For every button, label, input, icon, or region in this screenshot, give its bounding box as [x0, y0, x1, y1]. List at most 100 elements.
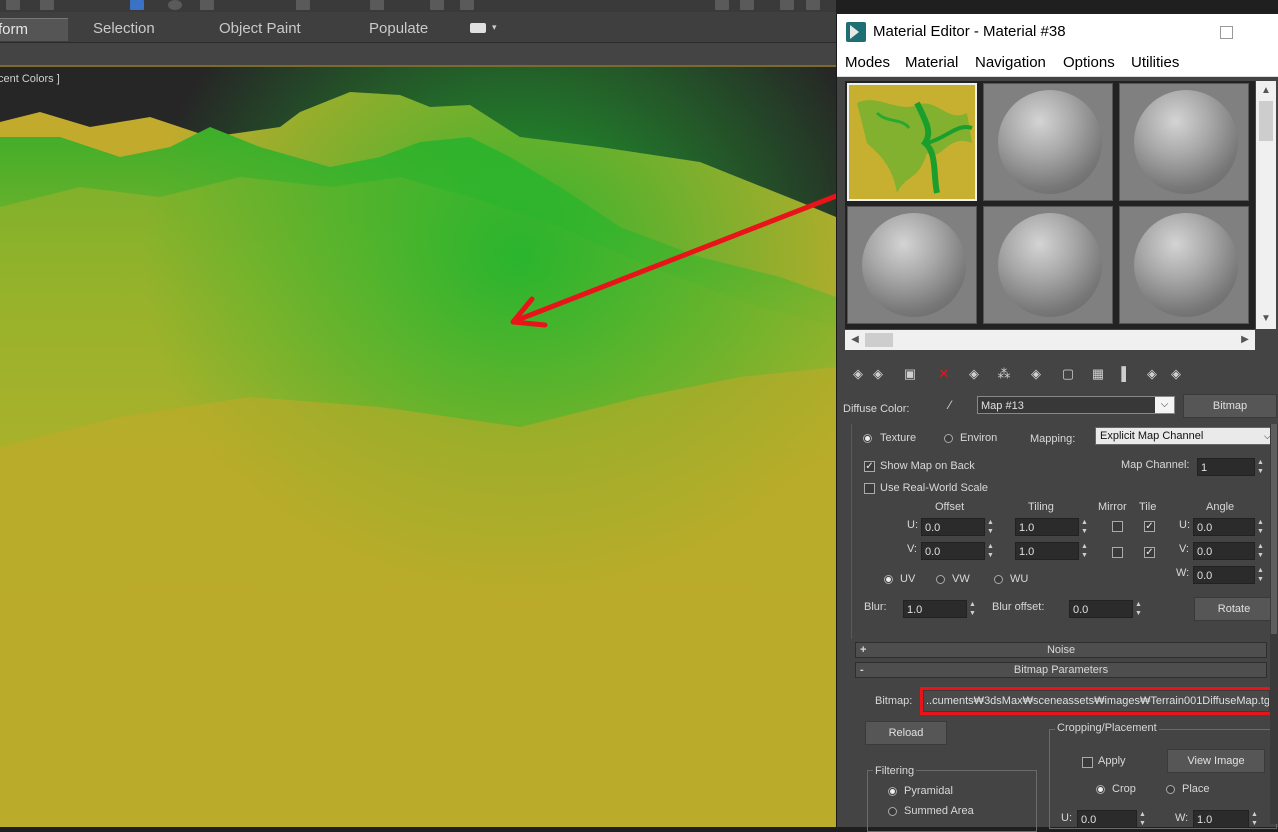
toolbar-icon[interactable]: [130, 0, 144, 10]
offset-u-field[interactable]: 0.0: [921, 518, 985, 536]
toolbar-icon[interactable]: [806, 0, 820, 10]
angle-w-field[interactable]: 0.0: [1193, 566, 1255, 584]
tab-populate[interactable]: Populate: [361, 18, 436, 40]
toolbar-icon[interactable]: [780, 0, 794, 10]
toolbar-icon[interactable]: [168, 0, 182, 10]
texture-radio[interactable]: [863, 434, 872, 443]
angle-v-spinner[interactable]: ▲ ▼: [1256, 542, 1265, 560]
menu-modes[interactable]: Modes: [845, 54, 890, 71]
delete-icon[interactable]: ✕: [935, 365, 953, 383]
sample-slot[interactable]: [983, 83, 1113, 201]
blur-offset-spinner[interactable]: ▲ ▼: [1134, 600, 1143, 618]
sample-slot[interactable]: [847, 206, 977, 324]
rollout-scrollbar[interactable]: [1270, 424, 1278, 824]
tiling-u-field[interactable]: 1.0: [1015, 518, 1079, 536]
material-id-icon[interactable]: ▢: [1059, 365, 1077, 383]
scroll-left-icon[interactable]: ◀: [846, 331, 864, 349]
bitmap-path-button[interactable]: ..cuments₩3dsMax₩sceneassets₩images₩Terr…: [923, 690, 1270, 712]
make-copy-icon[interactable]: ◈: [965, 365, 983, 383]
tiling-v-spinner[interactable]: ▲ ▼: [1080, 542, 1089, 560]
get-material-icon[interactable]: ◈: [849, 365, 867, 383]
mapping-dropdown[interactable]: Explicit Map Channel ⌵: [1095, 427, 1277, 445]
scroll-down-icon[interactable]: ▼: [1257, 310, 1275, 328]
map-channel-spinner[interactable]: ▲ ▼: [1256, 458, 1265, 476]
pyramidal-radio[interactable]: [888, 787, 897, 796]
put-to-scene-icon[interactable]: ◈: [869, 365, 887, 383]
toolbar-icon[interactable]: [40, 0, 54, 10]
tiling-v-field[interactable]: 1.0: [1015, 542, 1079, 560]
rollout-scroll-thumb[interactable]: [1271, 424, 1277, 634]
menu-options[interactable]: Options: [1063, 54, 1115, 71]
crop-radio[interactable]: [1096, 785, 1105, 794]
scroll-thumb[interactable]: [865, 333, 893, 347]
bitmap-rollout-header[interactable]: - Bitmap Parameters: [855, 662, 1267, 678]
angle-w-spinner[interactable]: ▲ ▼: [1256, 566, 1265, 584]
scroll-right-icon[interactable]: ▶: [1236, 331, 1254, 349]
angle-v-field[interactable]: 0.0: [1193, 542, 1255, 560]
checker-icon[interactable]: ▦: [1089, 365, 1107, 383]
angle-u-spinner[interactable]: ▲ ▼: [1256, 518, 1265, 536]
sample-slot[interactable]: [1119, 83, 1249, 201]
toolbar-icon[interactable]: [6, 0, 20, 10]
tiling-u-spinner[interactable]: ▲ ▼: [1080, 518, 1089, 536]
map-type-button[interactable]: Bitmap: [1183, 394, 1277, 418]
mirror-v-checkbox[interactable]: [1112, 547, 1123, 558]
blur-offset-field[interactable]: 0.0: [1069, 600, 1133, 618]
sample-slot-active[interactable]: [847, 83, 977, 201]
viewport-label[interactable]: cent Colors ]: [0, 73, 60, 85]
tab-selection[interactable]: Selection: [85, 18, 163, 40]
show-map-on-back-checkbox[interactable]: ✓: [864, 461, 875, 472]
map-channel-field[interactable]: 1: [1197, 458, 1255, 476]
toolbar-icon[interactable]: [200, 0, 214, 10]
blur-field[interactable]: 1.0: [903, 600, 967, 618]
blur-spinner[interactable]: ▲ ▼: [968, 600, 977, 618]
angle-u-field[interactable]: 0.0: [1193, 518, 1255, 536]
toolbar-icon[interactable]: [370, 0, 384, 10]
show-map-icon[interactable]: ▌: [1117, 365, 1135, 383]
offset-v-spinner[interactable]: ▲ ▼: [986, 542, 995, 560]
chevron-down-icon[interactable]: ▾: [492, 22, 497, 33]
make-unique-icon[interactable]: ⁂: [995, 365, 1013, 383]
slots-vertical-scrollbar[interactable]: ▲ ▼: [1256, 81, 1276, 329]
chevron-down-icon[interactable]: ⌵: [1155, 397, 1174, 413]
mirror-u-checkbox[interactable]: [1112, 521, 1123, 532]
slots-horizontal-scrollbar[interactable]: ◀ ▶: [845, 330, 1255, 350]
rotate-button[interactable]: Rotate: [1194, 597, 1274, 621]
sample-slot[interactable]: [1119, 206, 1249, 324]
environ-radio[interactable]: [944, 434, 953, 443]
crop-w-spinner[interactable]: ▲ ▼: [1250, 810, 1259, 828]
scroll-up-icon[interactable]: ▲: [1257, 82, 1275, 100]
reload-button[interactable]: Reload: [865, 721, 947, 745]
maximize-icon[interactable]: [1220, 26, 1233, 39]
offset-v-field[interactable]: 0.0: [921, 542, 985, 560]
summed-area-radio[interactable]: [888, 807, 897, 816]
offset-u-spinner[interactable]: ▲ ▼: [986, 518, 995, 536]
perspective-viewport[interactable]: cent Colors ]: [0, 67, 836, 827]
sample-slot[interactable]: [983, 206, 1113, 324]
toolbar-icon[interactable]: [460, 0, 474, 10]
toolbar-icon[interactable]: [715, 0, 729, 10]
place-radio[interactable]: [1166, 785, 1175, 794]
crop-u-spinner[interactable]: ▲ ▼: [1138, 810, 1147, 828]
crop-u-field[interactable]: 0.0: [1077, 810, 1137, 828]
eyedropper-icon[interactable]: ⁄: [949, 398, 951, 412]
go-forward-icon[interactable]: ◈: [1167, 365, 1185, 383]
map-name-field[interactable]: Map #13: [977, 396, 1175, 414]
view-image-button[interactable]: View Image: [1167, 749, 1265, 773]
toolbar-icon[interactable]: [296, 0, 310, 10]
go-to-parent-icon[interactable]: ◈: [1143, 365, 1161, 383]
wu-radio[interactable]: [994, 575, 1003, 584]
crop-w-field[interactable]: 1.0: [1193, 810, 1249, 828]
put-to-library-icon[interactable]: ◈: [1027, 365, 1045, 383]
apply-checkbox[interactable]: [1082, 757, 1093, 768]
tab-freeform[interactable]: form: [0, 18, 68, 41]
toolbar-icon[interactable]: [430, 0, 444, 10]
vw-radio[interactable]: [936, 575, 945, 584]
noise-rollout-header[interactable]: + Noise: [855, 642, 1267, 658]
tile-v-checkbox[interactable]: ✓: [1144, 547, 1155, 558]
real-world-scale-checkbox[interactable]: [864, 483, 875, 494]
uv-radio[interactable]: [884, 575, 893, 584]
menu-navigation[interactable]: Navigation: [975, 54, 1046, 71]
scroll-thumb[interactable]: [1259, 101, 1273, 141]
menu-utilities[interactable]: Utilities: [1131, 54, 1179, 71]
